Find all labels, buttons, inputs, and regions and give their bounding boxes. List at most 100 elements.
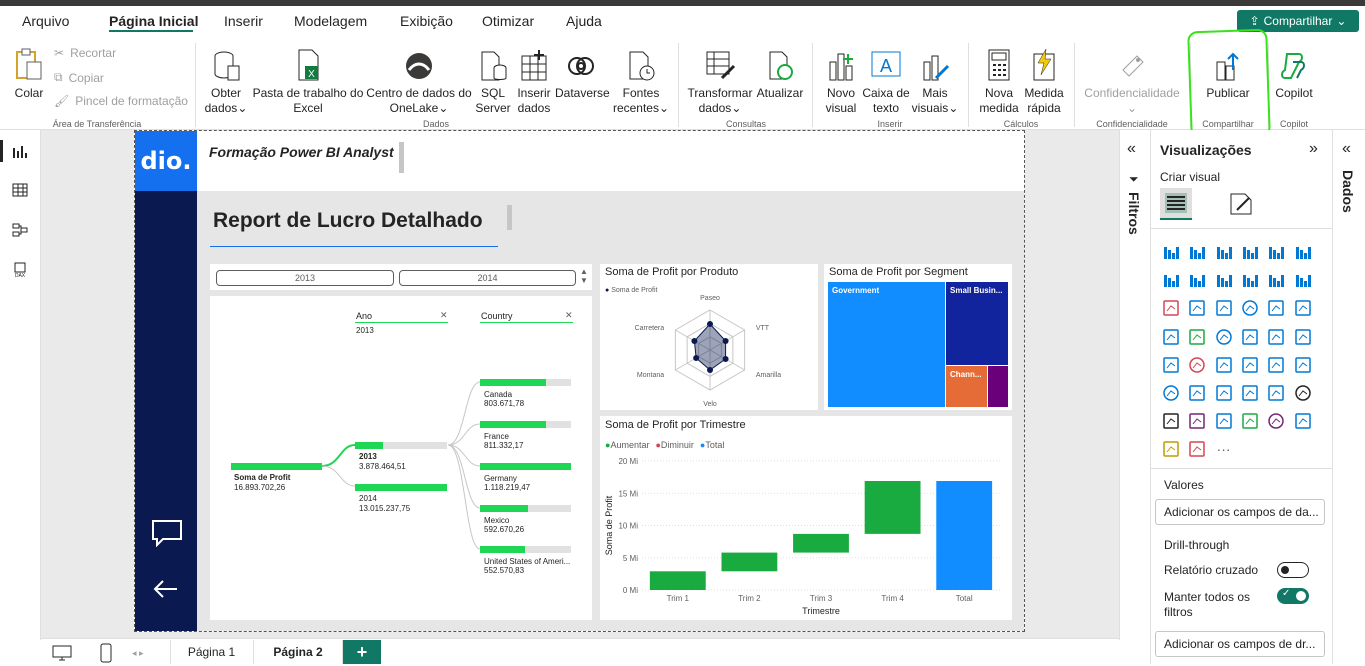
data-label[interactable]: Dados: [1340, 170, 1356, 213]
treemap-cell-government[interactable]: Government: [828, 282, 945, 407]
viz-funnel-icon[interactable]: [1214, 298, 1234, 318]
dt-country-bar[interactable]: [480, 546, 571, 553]
radar-point[interactable]: [722, 356, 729, 362]
viz-ribbon-icon[interactable]: [1161, 298, 1181, 318]
cross-report-toggle[interactable]: [1277, 562, 1309, 578]
viz-power-automate-icon[interactable]: [1214, 411, 1234, 431]
waterfall-bar[interactable]: [649, 571, 706, 590]
get-data-button[interactable]: Obter dados⌄: [202, 46, 250, 116]
viz-100-bar-icon[interactable]: [1266, 242, 1286, 262]
viz-line-column-icon[interactable]: [1266, 270, 1286, 290]
viz-line-icon[interactable]: [1161, 270, 1181, 290]
desktop-view-icon[interactable]: [52, 645, 72, 664]
enter-data-button[interactable]: Inserir dados: [514, 46, 554, 116]
viz-azure-map-icon[interactable]: [1240, 327, 1260, 347]
radar-point[interactable]: [722, 338, 729, 344]
refresh-button[interactable]: Atualizar: [756, 46, 804, 101]
slicer-option-2013[interactable]: 2013: [216, 270, 394, 286]
viz-clustered-column-icon[interactable]: [1240, 242, 1260, 262]
waterfall-bar[interactable]: [864, 480, 921, 534]
viz-narrative-icon[interactable]: [1266, 383, 1286, 403]
viz-arcgis-icon[interactable]: [1240, 411, 1260, 431]
slicer-scroll-arrows[interactable]: ▲ ▼: [580, 267, 588, 285]
waterfall-total-bar[interactable]: [936, 480, 993, 590]
more-visuals-button[interactable]: Mais visuais⌄: [910, 46, 960, 116]
page-tab-1[interactable]: Página 1: [170, 640, 252, 664]
keep-filters-toggle[interactable]: ✓: [1277, 588, 1309, 604]
add-page-button[interactable]: +: [343, 640, 381, 664]
dt-year-bar[interactable]: [355, 442, 447, 449]
comment-icon[interactable]: [151, 519, 183, 550]
menu-modelagem[interactable]: Modelagem: [294, 13, 367, 29]
expand-icon[interactable]: »: [1309, 140, 1318, 158]
copilot-button[interactable]: Copilot: [1272, 46, 1316, 101]
menu-otimizar[interactable]: Otimizar: [482, 13, 534, 29]
dt-year-bar[interactable]: [355, 484, 447, 491]
viz-table-icon[interactable]: [1240, 355, 1260, 375]
table-view-icon[interactable]: [10, 180, 30, 200]
model-view-icon[interactable]: [10, 220, 30, 240]
build-visual-tab[interactable]: [1160, 188, 1192, 220]
collapse-icon[interactable]: «: [1342, 140, 1351, 158]
slicer-option-2014[interactable]: 2014: [399, 270, 576, 286]
radar-point[interactable]: [691, 338, 698, 344]
viz-qa-icon[interactable]: [1240, 383, 1260, 403]
cut-button[interactable]: ✂ Recortar: [54, 46, 116, 60]
viz-card-icon[interactable]: [1293, 327, 1313, 347]
viz-ellipsis-icon[interactable]: ···: [1214, 439, 1234, 459]
viz-custom-visual-icon[interactable]: [1161, 439, 1181, 459]
viz-scatter-icon[interactable]: [1240, 298, 1260, 318]
new-measure-button[interactable]: Nova medida: [978, 46, 1020, 116]
page-tab-2[interactable]: Página 2: [253, 640, 343, 664]
dt-country-bar[interactable]: [480, 379, 571, 386]
paste-button[interactable]: Colar: [10, 46, 48, 101]
text-box-button[interactable]: A Caixa de texto: [862, 46, 910, 116]
filters-label[interactable]: Filtros: [1126, 192, 1142, 235]
menu-pagina-inicial[interactable]: Página Inicial: [109, 13, 198, 29]
radar-point[interactable]: [707, 321, 713, 327]
waterfall-bar[interactable]: [721, 552, 778, 572]
treemap-cell-channel[interactable]: Chann...: [946, 366, 987, 407]
viz-map-icon[interactable]: [1187, 327, 1207, 347]
viz-area-icon[interactable]: [1187, 270, 1207, 290]
mobile-view-icon[interactable]: [100, 643, 112, 666]
format-visual-tab[interactable]: [1227, 190, 1255, 221]
viz-r-visual-icon[interactable]: [1293, 355, 1313, 375]
viz-more-visuals-icon[interactable]: [1187, 439, 1207, 459]
dataverse-button[interactable]: Dataverse: [555, 46, 610, 101]
collapse-icon[interactable]: «: [1127, 140, 1136, 158]
back-arrow-icon[interactable]: [151, 577, 179, 604]
excel-workbook-button[interactable]: X Pasta de trabalho do Excel: [252, 46, 364, 116]
viz-100-area-icon[interactable]: [1240, 270, 1260, 290]
viz-key-influencers-icon[interactable]: [1187, 383, 1207, 403]
waterfall-bar[interactable]: [793, 533, 849, 553]
viz-stacked-area-icon[interactable]: [1214, 270, 1234, 290]
viz-paginated-icon[interactable]: [1161, 411, 1181, 431]
viz-pie-icon[interactable]: [1266, 298, 1286, 318]
onelake-button[interactable]: Centro de dados do OneLake⌄: [366, 46, 472, 116]
drill-through-field-well[interactable]: Adicionar os campos de dr...: [1155, 631, 1325, 657]
viz-treemap-icon[interactable]: [1161, 327, 1181, 347]
viz-smart-narrative-icon[interactable]: [1293, 411, 1313, 431]
viz-multi-row-card-icon[interactable]: [1161, 355, 1181, 375]
viz-goals-icon[interactable]: [1293, 383, 1313, 403]
transform-data-button[interactable]: Transformar dados⌄: [686, 46, 754, 116]
page-nav-arrows[interactable]: ◂ ▸: [132, 648, 144, 659]
viz-power-apps-icon[interactable]: [1187, 411, 1207, 431]
treemap-cell-small-business[interactable]: Small Busin...: [946, 282, 1008, 365]
viz-slicer-icon[interactable]: [1214, 355, 1234, 375]
new-visual-button[interactable]: Novo visual: [822, 46, 860, 116]
viz-clustered-bar-icon[interactable]: [1214, 242, 1234, 262]
viz-100-column-icon[interactable]: [1293, 242, 1313, 262]
recent-sources-button[interactable]: Fontes recentes⌄: [610, 46, 672, 116]
sql-server-button[interactable]: SQL Server: [474, 46, 512, 116]
viz-line-clustered-icon[interactable]: [1293, 270, 1313, 290]
dt-country-bar[interactable]: [480, 505, 571, 512]
viz-gauge-icon[interactable]: [1266, 327, 1286, 347]
menu-inserir[interactable]: Inserir: [224, 13, 263, 29]
radar-point[interactable]: [707, 367, 713, 373]
quick-measure-button[interactable]: Medida rápida: [1022, 46, 1066, 116]
treemap-cell-other[interactable]: [988, 366, 1008, 407]
values-field-well[interactable]: Adicionar os campos de da...: [1155, 499, 1325, 525]
viz-decomposition-tree-icon[interactable]: [1214, 383, 1234, 403]
